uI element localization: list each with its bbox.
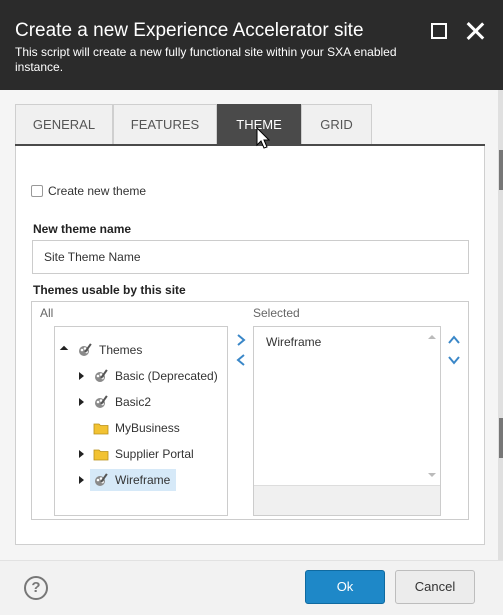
dialog-subtitle: This script will create a new fully func… xyxy=(15,45,397,74)
selected-item-wireframe[interactable]: Wireframe xyxy=(266,335,321,349)
create-new-theme-row[interactable]: Create new theme xyxy=(31,183,146,199)
tree-item-mybusiness[interactable]: MyBusiness xyxy=(93,417,180,439)
ok-button[interactable]: Ok xyxy=(305,570,385,604)
expand-arrow-icon[interactable] xyxy=(79,450,84,458)
tree-item-label: Basic2 xyxy=(115,395,152,409)
tree-item-label: Supplier Portal xyxy=(115,447,194,461)
selected-column-label: Selected xyxy=(253,306,300,320)
maximize-icon[interactable] xyxy=(431,23,447,39)
expand-arrow-icon[interactable] xyxy=(79,398,84,406)
selected-list-footer xyxy=(254,485,440,515)
tab-grid[interactable]: GRID xyxy=(301,104,372,145)
folder-icon xyxy=(93,449,109,461)
tree-item-label: Themes xyxy=(99,343,143,357)
close-icon[interactable] xyxy=(462,18,488,44)
tree-item-label: Wireframe xyxy=(115,473,171,487)
create-new-theme-checkbox[interactable] xyxy=(31,185,43,197)
tab-features[interactable]: FEATURES xyxy=(113,104,217,145)
new-theme-name-label: New theme name xyxy=(33,222,132,236)
new-theme-name-input[interactable] xyxy=(32,240,469,274)
move-down-icon[interactable] xyxy=(447,353,461,367)
move-up-icon[interactable] xyxy=(447,333,461,347)
expand-arrow-icon[interactable] xyxy=(79,476,84,484)
tab-general[interactable]: GENERAL xyxy=(15,104,113,145)
expand-arrow-icon[interactable] xyxy=(79,372,84,380)
tree-item-wireframe[interactable]: Wireframe xyxy=(90,469,177,491)
mouse-cursor-icon xyxy=(256,127,270,149)
help-icon[interactable]: ? xyxy=(24,576,48,600)
theme-icon xyxy=(79,343,92,356)
theme-icon xyxy=(95,473,108,486)
dialog: Create a new Experience Accelerator site… xyxy=(0,0,503,615)
all-column-label: All xyxy=(40,306,54,320)
tree-item-basic2[interactable]: Basic2 xyxy=(93,391,151,413)
tree-item-label: MyBusiness xyxy=(115,421,180,435)
dialog-scrollbar-thumb-lower[interactable] xyxy=(499,418,503,458)
selected-list-scrollbar[interactable] xyxy=(425,329,439,483)
move-left-icon[interactable] xyxy=(234,353,248,367)
folder-icon xyxy=(93,423,109,435)
tree-item-label: Basic (Deprecated) xyxy=(115,369,218,383)
dialog-titlebar: Create a new Experience Accelerator site… xyxy=(0,0,503,90)
themes-usable-label: Themes usable by this site xyxy=(33,283,186,297)
theme-icon xyxy=(95,395,108,408)
create-new-theme-label[interactable]: Create new theme xyxy=(48,184,146,198)
dialog-title: Create a new Experience Accelerator site xyxy=(15,20,364,41)
move-right-icon[interactable] xyxy=(234,333,248,347)
tree-item-themes[interactable]: Themes xyxy=(77,339,142,361)
cancel-button[interactable]: Cancel xyxy=(395,570,475,604)
tree-item-supplier-portal[interactable]: Supplier Portal xyxy=(93,443,194,465)
tree-item-basic-deprecated[interactable]: Basic (Deprecated) xyxy=(93,365,218,387)
dialog-scrollbar-thumb[interactable] xyxy=(499,150,503,190)
theme-icon xyxy=(95,369,108,382)
